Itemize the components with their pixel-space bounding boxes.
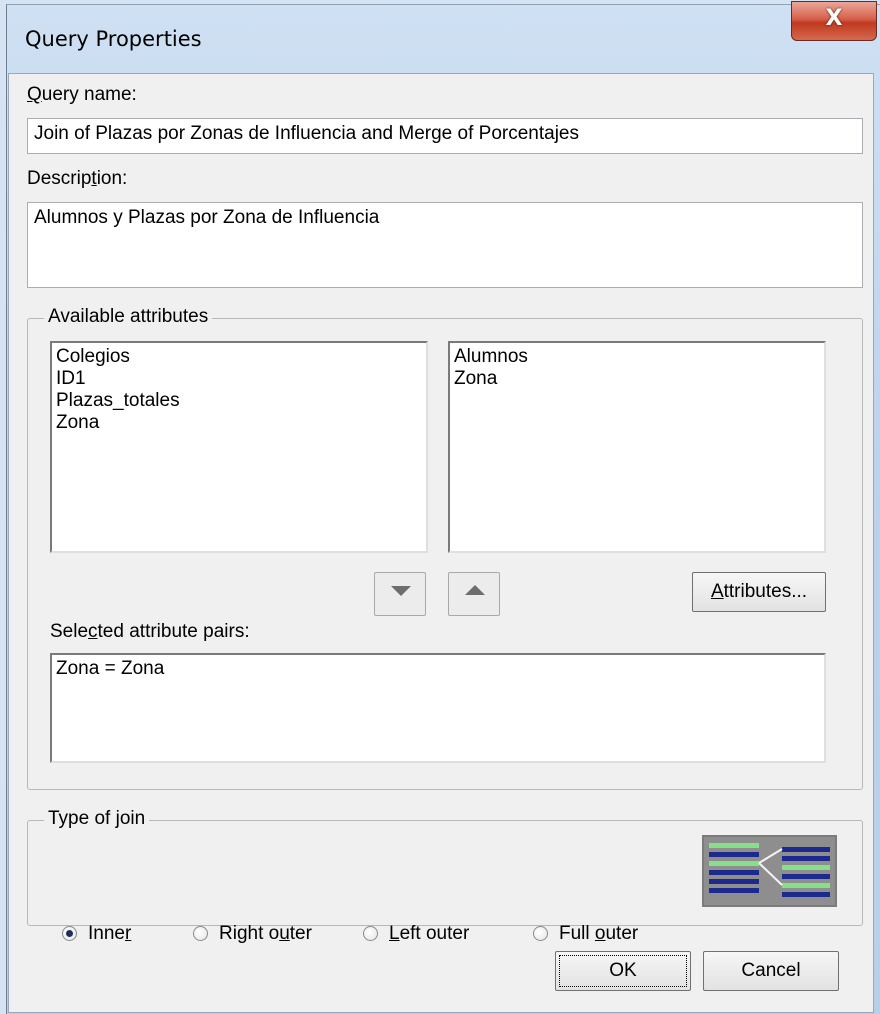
description-input[interactable]: Alumnos y Plazas por Zona de Influencia bbox=[27, 202, 863, 288]
ok-button[interactable]: OK bbox=[555, 951, 691, 991]
left-list-item[interactable]: Plazas_totales bbox=[56, 390, 422, 412]
available-attributes-title: Available attributes bbox=[44, 306, 213, 328]
attributes-button[interactable]: Attributes... bbox=[692, 572, 826, 612]
available-attributes-group: Available attributes Colegios ID1 Plazas_t… bbox=[27, 306, 863, 790]
move-up-button[interactable] bbox=[448, 572, 500, 616]
focus-rectangle bbox=[559, 955, 687, 987]
right-attribute-list[interactable]: Alumnos Zona bbox=[448, 341, 826, 553]
left-list-item[interactable]: ID1 bbox=[56, 368, 422, 390]
query-name-input[interactable]: Join of Plazas por Zonas de Influencia a… bbox=[27, 118, 863, 154]
attribute-pair-item[interactable]: Zona = Zona bbox=[56, 658, 820, 680]
inner-join-diagram-icon bbox=[702, 835, 837, 907]
triangle-up-icon bbox=[465, 585, 485, 595]
cancel-button-label: Cancel bbox=[741, 960, 801, 981]
left-attribute-list[interactable]: Colegios ID1 Plazas_totales Zona bbox=[50, 341, 428, 553]
selected-pairs-list[interactable]: Zona = Zona bbox=[50, 653, 826, 763]
radio-full-outer-label: Full outer bbox=[559, 923, 639, 944]
query-properties-window: Query Properties X Query name: Join of P… bbox=[6, 1, 880, 1014]
right-list-item[interactable]: Alumnos bbox=[454, 346, 820, 368]
query-name-label: Query name: bbox=[27, 84, 137, 105]
radio-left-outer-indicator bbox=[363, 926, 378, 941]
selected-pairs-label: Selected attribute pairs: bbox=[50, 621, 250, 642]
close-icon: X bbox=[825, 6, 843, 31]
radio-inner-indicator bbox=[62, 926, 77, 941]
description-label: Description: bbox=[27, 168, 128, 189]
cancel-button[interactable]: Cancel bbox=[703, 951, 839, 991]
left-list-item[interactable]: Colegios bbox=[56, 346, 422, 368]
triangle-down-icon bbox=[391, 586, 411, 596]
join-type-title: Type of join bbox=[44, 808, 150, 830]
radio-right-outer-label: Right outer bbox=[219, 923, 312, 944]
window-title: Query Properties bbox=[25, 27, 202, 51]
radio-left-outer-label: Left outer bbox=[389, 923, 470, 944]
radio-full-outer-indicator bbox=[533, 926, 548, 941]
title-bar[interactable]: Query Properties X bbox=[7, 1, 880, 73]
move-down-button[interactable] bbox=[374, 572, 426, 616]
radio-right-outer-indicator bbox=[193, 926, 208, 941]
left-list-item[interactable]: Zona bbox=[56, 412, 422, 434]
right-list-item[interactable]: Zona bbox=[454, 368, 820, 390]
attributes-button-label: Attributes... bbox=[710, 581, 808, 602]
radio-inner-label: Inner bbox=[88, 923, 132, 944]
dialog-body: Query name: Join of Plazas por Zonas de … bbox=[8, 73, 874, 1013]
close-button[interactable]: X bbox=[791, 1, 877, 41]
